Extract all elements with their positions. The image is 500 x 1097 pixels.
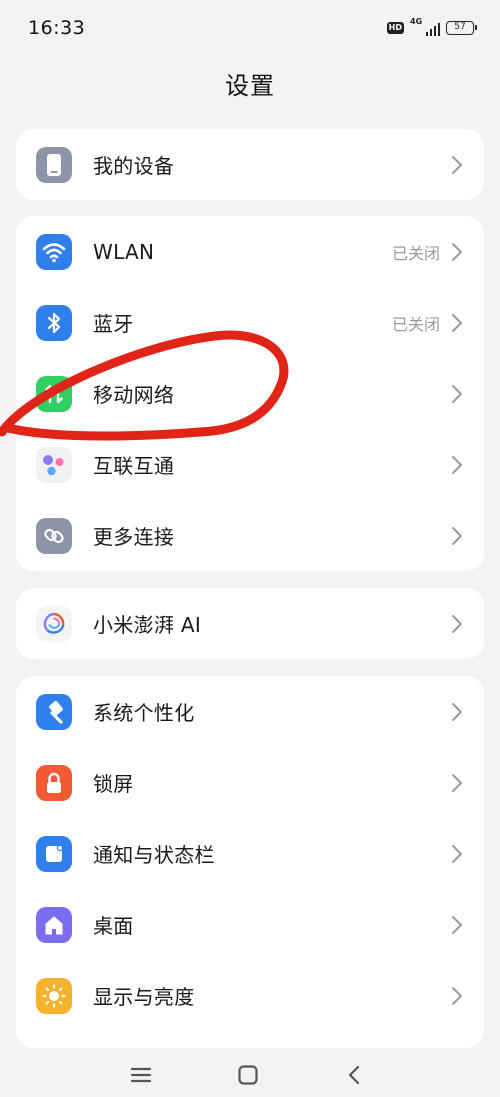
settings-item-label: 小米澎湃 AI — [93, 613, 202, 637]
settings-group-ai: 小米澎湃 AI — [16, 588, 484, 659]
chevron-right-icon — [452, 155, 462, 174]
home-button-icon[interactable] — [234, 1061, 262, 1089]
network-type-label: 4G — [410, 17, 423, 26]
settings-item-wlan[interactable]: WLAN 已关闭 — [16, 216, 484, 287]
settings-item-personalization[interactable]: 系统个性化 — [16, 676, 484, 747]
chevron-right-icon — [452, 526, 462, 545]
settings-item-label: 我的设备 — [93, 154, 175, 178]
settings-item-label: 移动网络 — [93, 383, 175, 407]
status-icons: HD 4G 57 — [386, 17, 477, 37]
settings-item-value: 已关闭 — [391, 243, 440, 263]
settings-group-device: 我的设备 — [16, 129, 484, 200]
phone-icon — [36, 146, 72, 183]
settings-item-lock-screen[interactable]: 锁屏 — [16, 747, 484, 818]
settings-item-value: 已关闭 — [391, 314, 440, 334]
settings-item-label: 更多连接 — [93, 525, 175, 549]
interconnect-icon — [36, 446, 72, 483]
hd-badge: HD — [386, 22, 404, 34]
settings-item-label: 系统个性化 — [93, 701, 195, 725]
settings-item-label: WLAN — [93, 239, 155, 264]
settings-item-label: 蓝牙 — [93, 312, 134, 336]
settings-item-bluetooth[interactable]: 蓝牙 已关闭 — [16, 287, 484, 358]
chevron-right-icon — [452, 986, 462, 1005]
battery-icon: 57 — [446, 21, 477, 35]
settings-item-home-screen[interactable]: 桌面 — [16, 889, 484, 960]
chevron-right-icon — [452, 384, 462, 403]
system-nav-bar — [0, 1053, 500, 1097]
back-icon[interactable] — [341, 1061, 369, 1089]
chevron-right-icon — [452, 313, 462, 332]
sun-icon — [36, 977, 72, 1014]
chevron-right-icon — [452, 242, 462, 261]
settings-item-label: 显示与亮度 — [93, 985, 195, 1009]
page-title: 设置 — [225, 72, 275, 100]
settings-item-more-connections[interactable]: 更多连接 — [16, 500, 484, 571]
wifi-icon — [36, 233, 72, 270]
notification-icon — [36, 835, 72, 872]
settings-group-personalization: 系统个性化 锁屏 通知与状态栏 桌面 显示与亮度 — [16, 676, 484, 1048]
settings-item-label: 桌面 — [93, 914, 134, 938]
chevron-right-icon — [452, 455, 462, 474]
home-icon — [36, 906, 72, 943]
link-icon — [36, 517, 72, 554]
hyper-ai-icon — [36, 605, 72, 642]
chevron-right-icon — [452, 614, 462, 633]
mobile-data-icon — [36, 375, 72, 412]
settings-item-label: 锁屏 — [93, 772, 134, 796]
lock-icon — [36, 764, 72, 801]
menu-icon[interactable] — [127, 1061, 155, 1089]
settings-item-label: 互联互通 — [93, 454, 175, 478]
brush-icon — [36, 693, 72, 730]
settings-item-display-brightness[interactable]: 显示与亮度 — [16, 960, 484, 1031]
settings-item-interconnect[interactable]: 互联互通 — [16, 429, 484, 500]
chevron-right-icon — [452, 915, 462, 934]
settings-item-mobile-network[interactable]: 移动网络 — [16, 358, 484, 429]
settings-item-notifications[interactable]: 通知与状态栏 — [16, 818, 484, 889]
settings-item-my-device[interactable]: 我的设备 — [16, 129, 484, 200]
chevron-right-icon — [452, 702, 462, 721]
status-bar: 16:33 HD 4G 57 — [0, 0, 500, 58]
settings-item-hyper-ai[interactable]: 小米澎湃 AI — [16, 588, 484, 659]
chevron-right-icon — [452, 844, 462, 863]
bluetooth-icon — [36, 304, 72, 341]
settings-item-label: 通知与状态栏 — [93, 843, 215, 867]
cellular-signal-icon: 4G — [410, 17, 440, 37]
status-time: 16:33 — [28, 17, 86, 39]
chevron-right-icon — [452, 773, 462, 792]
settings-group-connectivity: WLAN 已关闭 蓝牙 已关闭 移动网络 互联互通 更多连接 — [16, 216, 484, 571]
